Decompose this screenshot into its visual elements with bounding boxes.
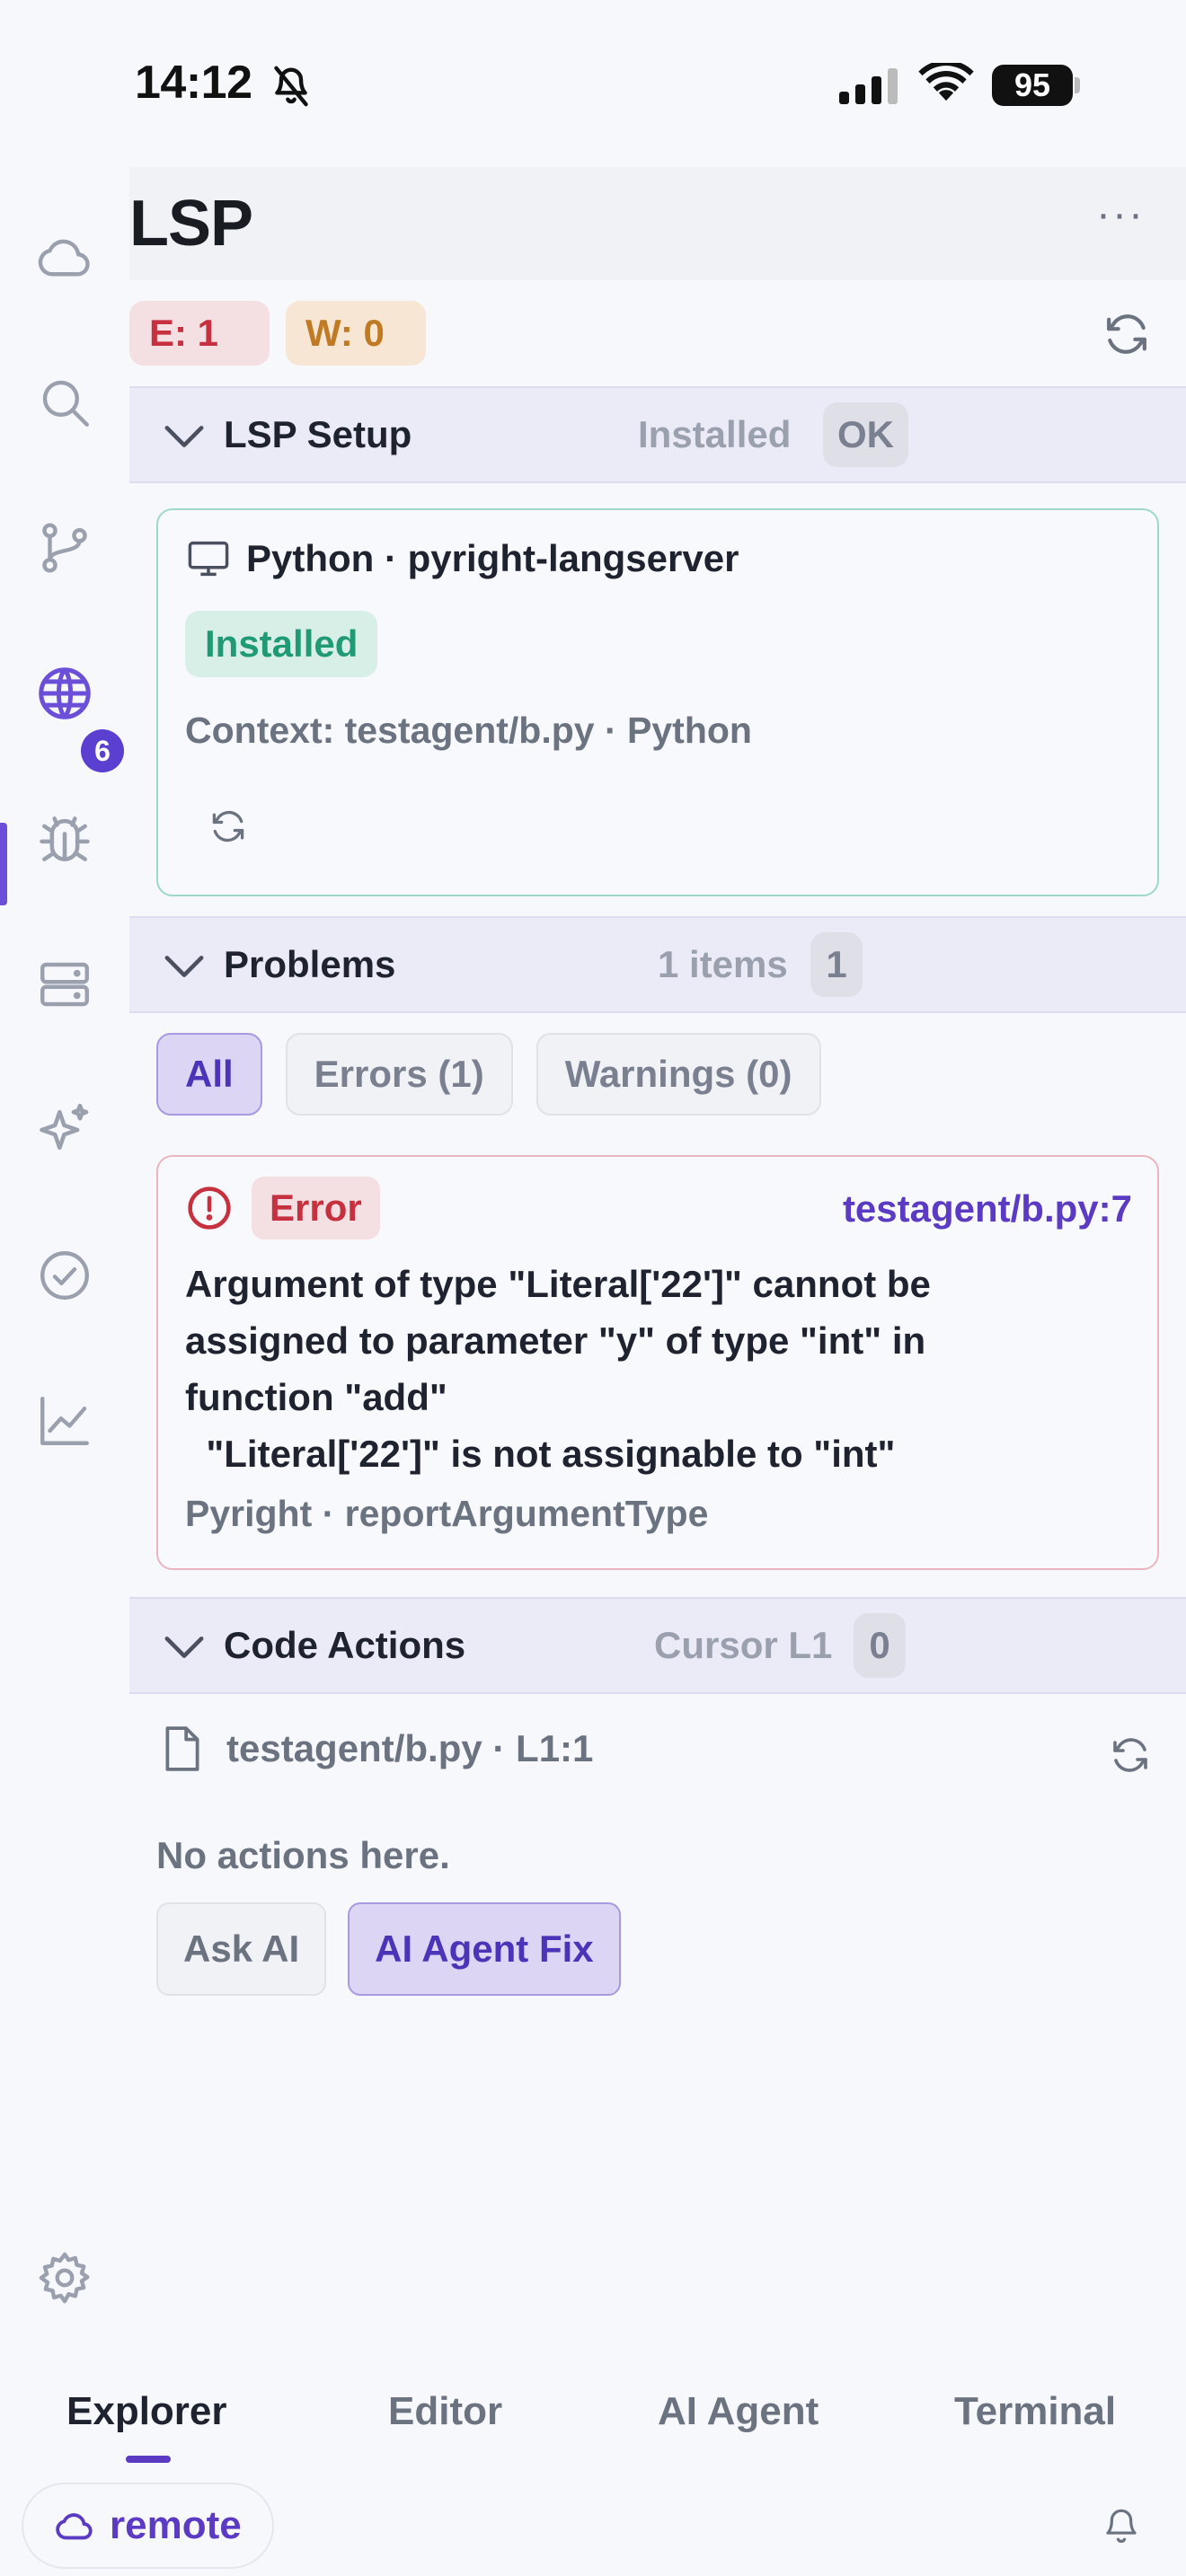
status-footer: remote <box>0 2479 1186 2576</box>
notifications-bell-icon[interactable] <box>1102 2506 1141 2547</box>
problem-message: Argument of type "Literal['22']" cannot … <box>185 1263 931 1475</box>
section-title: LSP Setup <box>224 413 412 455</box>
remote-connection-button[interactable]: remote <box>22 2483 274 2569</box>
check-circle-icon[interactable] <box>32 1243 97 1308</box>
refresh-icon[interactable] <box>1102 309 1152 359</box>
filter-all-button[interactable]: All <box>156 1033 262 1116</box>
bottom-tab-bar: Explorer Editor AI Agent Terminal <box>0 2371 1186 2463</box>
panel-header: LSP ··· <box>129 167 1186 280</box>
context-text: Context: testagent/b.py · Python <box>185 710 752 751</box>
globe-icon[interactable] <box>32 661 97 726</box>
problem-location-link[interactable]: testagent/b.py:7 <box>843 1187 1132 1231</box>
lsp-setup-header[interactable]: LSP Setup Installed OK <box>129 386 1186 483</box>
code-actions-count-chip: 0 <box>854 1613 906 1678</box>
section-title: Code Actions <box>224 1624 466 1666</box>
no-actions-text: No actions here. <box>156 1834 450 1876</box>
active-tab-underline <box>126 2456 171 2463</box>
server-icon[interactable] <box>32 952 97 1017</box>
gear-icon[interactable] <box>32 2245 97 2310</box>
tab-explorer[interactable]: Explorer <box>66 2389 227 2434</box>
remote-label: remote <box>110 2503 242 2547</box>
cloud-icon <box>54 2505 95 2546</box>
tab-terminal[interactable]: Terminal <box>954 2389 1116 2434</box>
error-circle-icon <box>185 1184 234 1232</box>
warning-count-badge: W: 0 <box>286 301 426 366</box>
tab-editor[interactable]: Editor <box>388 2389 502 2434</box>
activity-sidebar: 6 <box>0 171 129 2362</box>
chevron-down-icon <box>164 954 205 979</box>
bell-off-icon <box>271 65 311 108</box>
file-icon <box>160 1725 205 1773</box>
more-options-button[interactable]: ··· <box>1096 193 1145 236</box>
filter-errors-button[interactable]: Errors (1) <box>285 1033 513 1116</box>
cellular-signal-icon <box>839 66 898 104</box>
problem-severity: Error <box>185 1177 380 1239</box>
server-name: Python · pyright-langserver <box>246 537 739 579</box>
error-count-badge: E: 1 <box>129 301 270 366</box>
server-row: Python · pyright-langserver <box>185 535 739 582</box>
lsp-server-card: Python · pyright-langserver Installed Co… <box>156 508 1159 896</box>
cursor-position-text: Cursor L1 <box>654 1624 833 1666</box>
code-actions-header[interactable]: Code Actions Cursor L1 0 <box>129 1597 1186 1694</box>
monitor-icon <box>185 535 232 582</box>
chart-icon[interactable] <box>32 1389 97 1453</box>
wifi-icon <box>918 63 974 104</box>
battery-cap <box>1075 77 1080 93</box>
code-actions-file: testagent/b.py · L1:1 <box>160 1725 593 1773</box>
problem-item[interactable]: Error testagent/b.py:7 Argument of type … <box>156 1155 1159 1570</box>
sparkle-icon[interactable] <box>32 1098 97 1162</box>
installed-badge: Installed <box>185 611 378 677</box>
tab-ai-agent[interactable]: AI Agent <box>658 2389 819 2434</box>
active-indicator <box>0 823 7 905</box>
ask-ai-button[interactable]: Ask AI <box>156 1902 327 1996</box>
status-time: 14:12 <box>135 57 252 109</box>
refresh-actions-icon[interactable] <box>1109 1734 1152 1777</box>
problems-count-text: 1 items <box>658 943 788 985</box>
battery-indicator: 95 <box>992 65 1073 106</box>
cloud-icon[interactable] <box>32 225 97 289</box>
chevron-down-icon <box>164 424 205 449</box>
section-title: Problems <box>224 943 396 985</box>
search-icon[interactable] <box>32 370 97 435</box>
source-control-icon[interactable] <box>32 516 97 580</box>
bug-icon[interactable] <box>32 807 97 871</box>
page-title: LSP <box>129 188 253 260</box>
problem-filters: All Errors (1) Warnings (0) <box>156 1033 821 1116</box>
chevron-down-icon <box>164 1635 205 1660</box>
code-action-buttons: Ask AI AI Agent Fix <box>156 1902 621 1996</box>
status-bar: 14:12 95 <box>0 0 1186 171</box>
lsp-panel: LSP ··· E: 1 W: 0 LSP Setup Installed OK… <box>129 167 1186 1996</box>
problems-count-chip: 1 <box>810 932 863 997</box>
reinstall-refresh-icon[interactable] <box>208 807 248 846</box>
source-control-badge: 6 <box>81 729 124 772</box>
lsp-status-text: Installed <box>638 413 792 455</box>
error-badge: Error <box>252 1177 380 1239</box>
problems-header[interactable]: Problems 1 items 1 <box>129 916 1186 1013</box>
problem-source: Pyright · reportArgumentType <box>185 1493 709 1534</box>
ai-agent-fix-button[interactable]: AI Agent Fix <box>348 1902 621 1996</box>
filter-warnings-button[interactable]: Warnings (0) <box>535 1033 821 1116</box>
file-location: testagent/b.py · L1:1 <box>226 1727 594 1769</box>
lsp-status-chip: OK <box>823 402 908 467</box>
diagnostic-counts: E: 1 W: 0 <box>129 280 1186 386</box>
